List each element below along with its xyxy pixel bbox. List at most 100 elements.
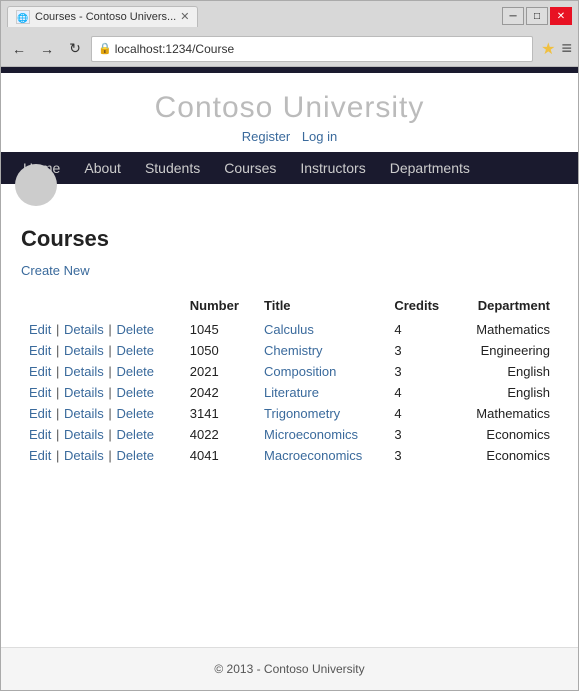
- maximize-button[interactable]: □: [526, 7, 548, 25]
- row-number: 1050: [182, 340, 256, 361]
- page-title: Courses: [21, 226, 558, 252]
- table-row: Edit | Details | Delete 1050 Chemistry 3En…: [21, 340, 558, 361]
- courses-table: Number Title Credits Department Edit | D…: [21, 294, 558, 466]
- nav-item-about[interactable]: About: [72, 152, 133, 184]
- course-title-link[interactable]: Trigonometry: [264, 406, 340, 421]
- row-credits: 4: [386, 403, 455, 424]
- forward-button[interactable]: →: [35, 37, 59, 61]
- tab-close-button[interactable]: ✕: [180, 10, 189, 23]
- address-input[interactable]: [115, 42, 526, 56]
- delete-link[interactable]: Delete: [116, 343, 154, 358]
- details-link[interactable]: Details: [64, 322, 104, 337]
- create-new-link[interactable]: Create New: [21, 263, 90, 278]
- row-actions: Edit | Details | Delete: [21, 340, 182, 361]
- tab-title: Courses - Contoso Univers...: [35, 11, 176, 23]
- register-link[interactable]: Register: [242, 129, 290, 144]
- row-department: Mathematics: [456, 403, 558, 424]
- address-bar: 🔒: [91, 36, 533, 62]
- details-link[interactable]: Details: [64, 448, 104, 463]
- row-title: Trigonometry: [256, 403, 386, 424]
- nav-bar: Home About Students Courses Instructors …: [1, 152, 578, 184]
- col-header-actions: [21, 294, 182, 319]
- delete-link[interactable]: Delete: [116, 364, 154, 379]
- col-header-department: Department: [456, 294, 558, 319]
- browser-tab[interactable]: 🌐 Courses - Contoso Univers... ✕: [7, 6, 198, 27]
- details-link[interactable]: Details: [64, 385, 104, 400]
- refresh-button[interactable]: ↻: [63, 37, 87, 61]
- site-title: Contoso University: [1, 91, 578, 125]
- col-header-credits: Credits: [386, 294, 455, 319]
- menu-icon[interactable]: ≡: [561, 38, 572, 59]
- edit-link[interactable]: Edit: [29, 364, 51, 379]
- details-link[interactable]: Details: [64, 427, 104, 442]
- edit-link[interactable]: Edit: [29, 322, 51, 337]
- row-credits: 3: [386, 445, 455, 466]
- row-actions: Edit | Details | Delete: [21, 403, 182, 424]
- row-number: 2042: [182, 382, 256, 403]
- delete-link[interactable]: Delete: [116, 385, 154, 400]
- course-title-link[interactable]: Microeconomics: [264, 427, 358, 442]
- details-link[interactable]: Details: [64, 406, 104, 421]
- course-title-link[interactable]: Calculus: [264, 322, 314, 337]
- avatar: [15, 164, 57, 206]
- table-row: Edit | Details | Delete 1045Calculus4Mat…: [21, 319, 558, 340]
- tab-favicon: 🌐: [16, 10, 30, 24]
- row-credits: 3: [386, 361, 455, 382]
- nav-item-courses[interactable]: Courses: [212, 152, 288, 184]
- browser-window: 🌐 Courses - Contoso Univers... ✕ ─ □ ✕ ←…: [0, 0, 579, 691]
- row-actions: Edit | Details | Delete: [21, 382, 182, 403]
- edit-link[interactable]: Edit: [29, 406, 51, 421]
- back-button[interactable]: ←: [7, 37, 31, 61]
- row-credits: 3: [386, 340, 455, 361]
- title-bar: 🌐 Courses - Contoso Univers... ✕ ─ □ ✕: [1, 1, 578, 31]
- site-header: Contoso University Register Log in: [1, 73, 578, 152]
- bookmark-star-icon[interactable]: ★: [541, 39, 555, 59]
- edit-link[interactable]: Edit: [29, 448, 51, 463]
- table-row: Edit | Details | Delete 4022Microeconomi…: [21, 424, 558, 445]
- row-title: Microeconomics: [256, 424, 386, 445]
- row-actions: Edit | Details | Delete: [21, 424, 182, 445]
- details-link[interactable]: Details: [64, 364, 104, 379]
- course-title-link[interactable]: Composition: [264, 364, 336, 379]
- row-credits: 3: [386, 424, 455, 445]
- page-footer: © 2013 - Contoso University: [1, 647, 578, 690]
- row-department: Economics: [456, 445, 558, 466]
- row-number: 3141: [182, 403, 256, 424]
- row-department: Economics: [456, 424, 558, 445]
- details-link[interactable]: Details: [64, 343, 104, 358]
- close-button[interactable]: ✕: [550, 7, 572, 25]
- delete-link[interactable]: Delete: [116, 448, 154, 463]
- delete-link[interactable]: Delete: [116, 322, 154, 337]
- table-row: Edit | Details | Delete 2021 Composition 3…: [21, 361, 558, 382]
- delete-link[interactable]: Delete: [116, 427, 154, 442]
- row-actions: Edit | Details | Delete: [21, 319, 182, 340]
- row-title: Chemistry: [256, 340, 386, 361]
- edit-link[interactable]: Edit: [29, 385, 51, 400]
- minimize-button[interactable]: ─: [502, 7, 524, 25]
- course-title-link[interactable]: Macroeconomics: [264, 448, 362, 463]
- row-title: Literature: [256, 382, 386, 403]
- course-title-link[interactable]: Literature: [264, 385, 319, 400]
- row-actions: Edit | Details | Delete: [21, 445, 182, 466]
- page-content: Contoso University Register Log in Home …: [1, 67, 578, 690]
- row-department: Engineering: [456, 340, 558, 361]
- edit-link[interactable]: Edit: [29, 427, 51, 442]
- nav-item-students[interactable]: Students: [133, 152, 212, 184]
- login-link[interactable]: Log in: [302, 129, 337, 144]
- row-credits: 4: [386, 319, 455, 340]
- browser-toolbar: ← → ↻ 🔒 ★ ≡: [1, 31, 578, 67]
- row-number: 4041: [182, 445, 256, 466]
- nav-item-instructors[interactable]: Instructors: [288, 152, 377, 184]
- row-title: Macroeconomics: [256, 445, 386, 466]
- delete-link[interactable]: Delete: [116, 406, 154, 421]
- course-title-link[interactable]: Chemistry: [264, 343, 323, 358]
- row-title: Composition: [256, 361, 386, 382]
- col-header-number: Number: [182, 294, 256, 319]
- table-row: Edit | Details | Delete 3141 Trigonometry…: [21, 403, 558, 424]
- row-credits: 4: [386, 382, 455, 403]
- row-number: 2021: [182, 361, 256, 382]
- nav-item-departments[interactable]: Departments: [378, 152, 482, 184]
- row-actions: Edit | Details | Delete: [21, 361, 182, 382]
- edit-link[interactable]: Edit: [29, 343, 51, 358]
- row-title: Calculus: [256, 319, 386, 340]
